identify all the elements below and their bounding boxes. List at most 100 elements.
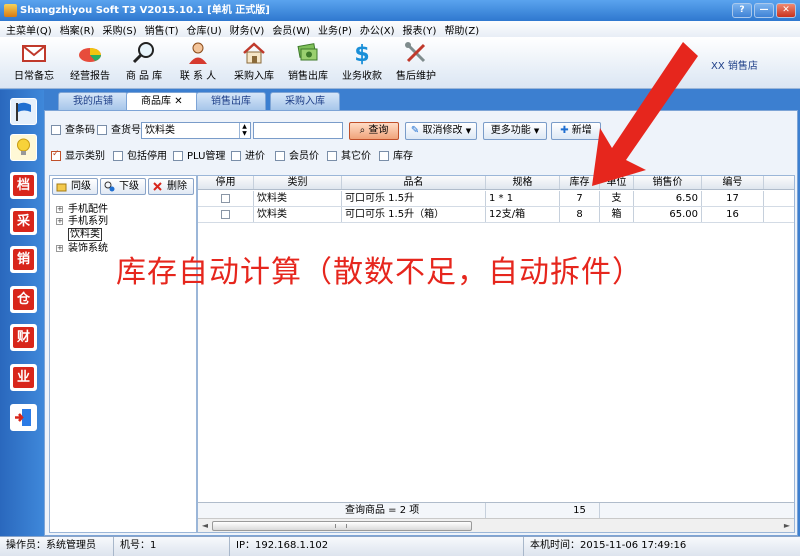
menu-finance[interactable]: 财务(V)	[230, 22, 265, 37]
toolbar-memo-button[interactable]: 日常备忘	[6, 40, 62, 86]
table-row[interactable]: 饮料类 可口可乐 1.5升（箱） 12支/箱 8 箱 65.00 16	[198, 207, 794, 223]
price-cell: 65.00	[634, 207, 702, 222]
minimize-button[interactable]: —	[754, 3, 774, 18]
footer-count: 查询商品 = 2 项	[342, 503, 486, 518]
other-price-checkbox[interactable]	[327, 151, 337, 161]
tab-my-store[interactable]: 我的店铺	[58, 92, 128, 110]
purchase-price-checkbox[interactable]	[231, 151, 241, 161]
toolbar-product-button[interactable]: 商 品 库	[116, 40, 172, 86]
col-unit[interactable]: 单位	[600, 176, 634, 189]
scroll-right-icon[interactable]: ►	[781, 520, 793, 532]
menu-warehouse[interactable]: 仓库(U)	[187, 22, 222, 37]
code-cell: 16	[702, 207, 764, 222]
col-disabled[interactable]: 停用	[198, 176, 254, 189]
show-category-checkbox[interactable]	[51, 149, 61, 161]
sub-level-button[interactable]: 下级	[100, 178, 146, 195]
category-select[interactable]: 饮料类 ▲ ▼	[141, 122, 251, 139]
col-price[interactable]: 销售价	[634, 176, 702, 189]
menu-help[interactable]: 帮助(Z)	[444, 22, 479, 37]
col-code[interactable]: 编号	[702, 176, 764, 189]
scroll-thumb[interactable]	[212, 521, 472, 531]
expand-icon[interactable]: +	[56, 218, 63, 225]
tab-strip: 我的店铺 商品库 ✕ 销售出库 采购入库	[44, 90, 800, 110]
nav-flag[interactable]	[10, 98, 37, 125]
col-stock[interactable]: 库存	[560, 176, 600, 189]
menu-archive[interactable]: 档案(R)	[60, 22, 95, 37]
toolbar-label: 经营报告	[70, 71, 110, 82]
category-value: 饮料类	[145, 125, 175, 136]
search-row: 查条码 查货号 饮料类 ▲ ▼ ⌕ 查询 ✎ 取消修改 ▼ 更多功能 ▼ ✚ 新增	[49, 121, 789, 141]
nav-business[interactable]: 业	[10, 364, 37, 391]
menu-main[interactable]: 主菜单(Q)	[6, 22, 52, 37]
col-spec[interactable]: 规格	[486, 176, 560, 189]
close-icon[interactable]: ✕	[174, 96, 182, 107]
expand-icon[interactable]: +	[56, 245, 63, 252]
tab-product-library[interactable]: 商品库 ✕	[126, 92, 198, 110]
table-row[interactable]: 饮料类 可口可乐 1.5升 1 * 1 7 支 6.50 17	[198, 191, 794, 207]
archive-icon: 档	[13, 175, 34, 196]
horizontal-scrollbar[interactable]: ◄ ►	[198, 518, 794, 532]
col-name[interactable]: 品名	[342, 176, 486, 189]
nav-finance[interactable]: 财	[10, 324, 37, 351]
include-disabled-label: 包括停用	[127, 151, 167, 162]
stock-checkbox[interactable]	[379, 151, 389, 161]
menu-business[interactable]: 业务(P)	[318, 22, 352, 37]
item-no-checkbox[interactable]	[97, 125, 107, 135]
barcode-checkbox[interactable]	[51, 125, 61, 135]
disabled-cell[interactable]	[198, 207, 254, 222]
tab-purchase-in[interactable]: 采购入库	[270, 92, 340, 110]
nav-bulb[interactable]	[10, 134, 37, 161]
menu-report[interactable]: 报表(Y)	[403, 22, 437, 37]
toolbar-label: 日常备忘	[14, 71, 54, 82]
tab-label: 销售出库	[211, 96, 251, 107]
nav-warehouse[interactable]: 仓	[10, 286, 37, 313]
cancel-edit-button[interactable]: ✎ 取消修改 ▼	[405, 122, 477, 140]
include-disabled-checkbox[interactable]	[113, 151, 123, 161]
menu-purchase[interactable]: 采购(S)	[102, 22, 136, 37]
plu-label: PLU管理	[187, 151, 226, 162]
nav-exit[interactable]	[10, 404, 37, 431]
spinner-icon[interactable]: ▲ ▼	[239, 123, 249, 138]
keyword-input[interactable]	[253, 122, 343, 139]
plu-checkbox[interactable]	[173, 151, 183, 161]
same-level-button[interactable]: 同级	[52, 178, 98, 195]
toolbar-contact-button[interactable]: 联 系 人	[170, 40, 226, 86]
category-cell: 饮料类	[254, 207, 342, 222]
footer-stock-total: 15	[560, 503, 600, 518]
nav-sales[interactable]: 销	[10, 246, 37, 273]
disabled-cell[interactable]	[198, 191, 254, 206]
menu-member[interactable]: 会员(W)	[272, 22, 310, 37]
more-functions-button[interactable]: 更多功能 ▼	[483, 122, 547, 140]
toolbar-service-button[interactable]: 售后维护	[388, 40, 444, 86]
col-category[interactable]: 类别	[254, 176, 342, 189]
svg-text:$: $	[354, 42, 369, 65]
tree-node[interactable]: + 手机配件	[56, 204, 108, 216]
flag-icon	[16, 102, 31, 121]
add-button[interactable]: ✚ 新增	[551, 122, 601, 140]
member-price-checkbox[interactable]	[275, 151, 285, 161]
tree-node[interactable]: + 手机系列	[56, 216, 108, 228]
delete-node-button[interactable]: 删除	[148, 178, 194, 195]
menu-office[interactable]: 办公(X)	[360, 22, 395, 37]
row-checkbox[interactable]	[221, 194, 230, 203]
left-nav-bar: 档 采 销 仓 财 业	[0, 90, 44, 536]
toolbar-report-button[interactable]: 经营报告	[62, 40, 118, 86]
close-button[interactable]: ✕	[776, 3, 796, 18]
menu-sales[interactable]: 销售(T)	[145, 22, 179, 37]
sub-level-icon	[104, 181, 115, 192]
nav-purchase[interactable]: 采	[10, 208, 37, 235]
tree-node-selected[interactable]: 饮料类	[56, 228, 108, 243]
help-button[interactable]: ?	[732, 3, 752, 18]
toolbar-purchase-in-button[interactable]: 采购入库	[226, 40, 282, 86]
scroll-left-icon[interactable]: ◄	[199, 520, 211, 532]
tab-sales-out[interactable]: 销售出库	[196, 92, 266, 110]
nav-archive[interactable]: 档	[10, 172, 37, 199]
query-button[interactable]: ⌕ 查询	[349, 122, 399, 140]
code-cell: 17	[702, 191, 764, 206]
tree-node[interactable]: + 装饰系统	[56, 243, 108, 255]
toolbar-receipt-button[interactable]: $ 业务收款	[334, 40, 390, 86]
expand-icon[interactable]: +	[56, 206, 63, 213]
toolbar-sales-out-button[interactable]: 销售出库	[280, 40, 336, 86]
row-checkbox[interactable]	[221, 210, 230, 219]
toolbar-label: 业务收款	[342, 71, 382, 82]
